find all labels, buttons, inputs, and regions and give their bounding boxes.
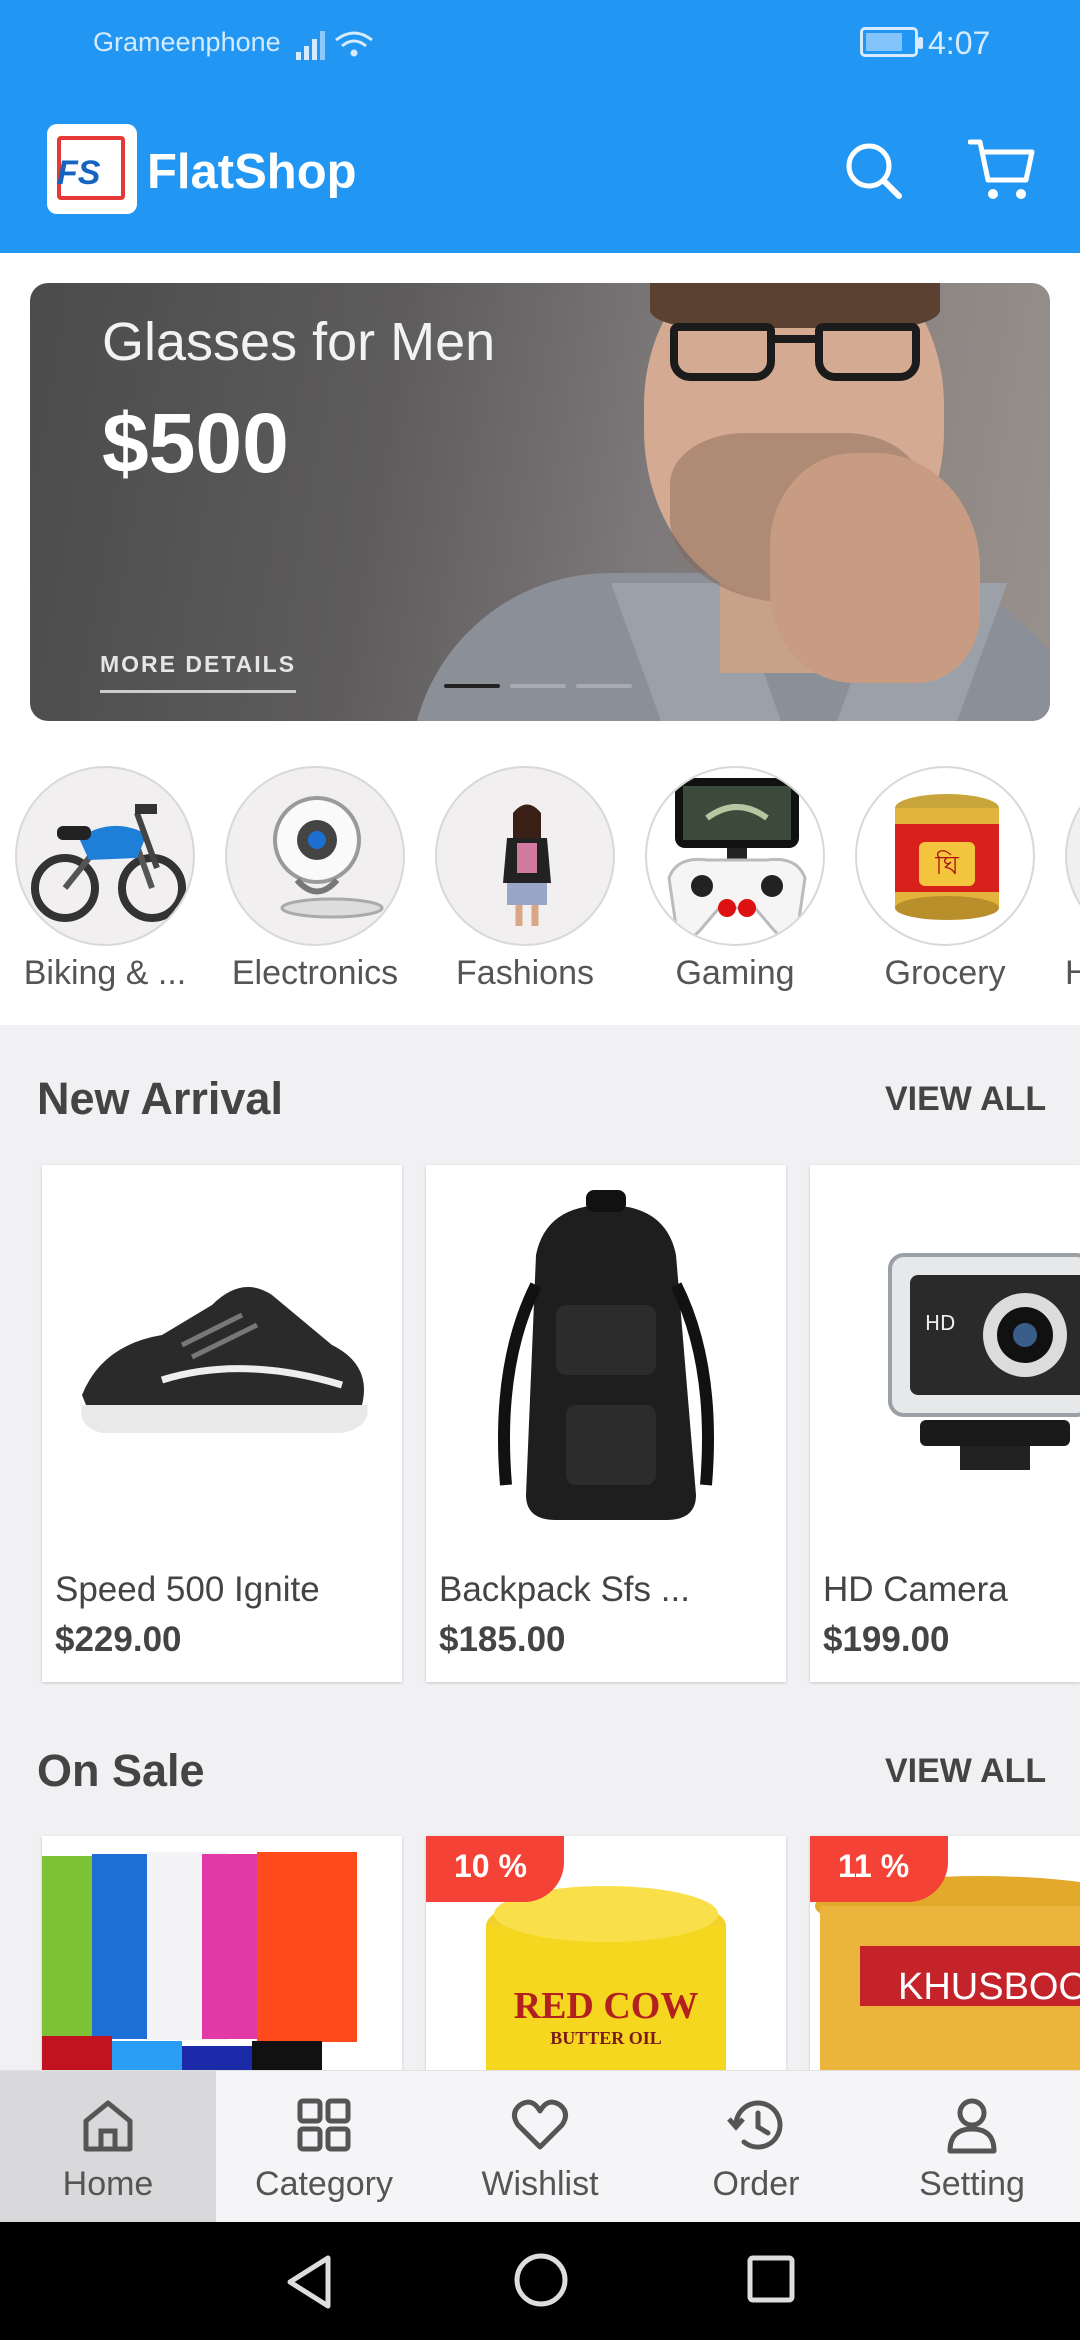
nav-category[interactable]: Category [216,2071,432,2223]
tin-label: RED COW [513,1985,699,2027]
banner-price: $500 [102,396,289,490]
fashion-model-icon [503,804,551,926]
action-camera-icon: HD [888,1253,1080,1470]
discount-badge: 10 % [426,1836,564,1902]
product-price: $185.00 [439,1620,566,1659]
search-icon[interactable] [843,140,903,200]
person-icon [947,2098,997,2154]
category-biking[interactable]: Biking & ... [15,766,195,993]
category-partial[interactable]: H [1065,766,1080,993]
nav-wishlist[interactable]: Wishlist [432,2071,648,2223]
tub-label: KHUSBOO [898,1966,1080,2008]
discount-badge: 11 % [810,1836,948,1902]
nav-home[interactable]: Home [0,2071,216,2223]
gamepad-icon [667,778,807,940]
category-gaming[interactable]: Gaming [645,766,825,993]
promo-banner[interactable]: Glasses for Men $500 MORE DETAILS [30,283,1050,721]
app-header: Grameenphone 4:07 FS FlatShop [0,0,1080,253]
category-label: Grocery [884,954,1006,992]
app-logo[interactable]: FS [47,124,137,214]
product-image [42,1165,402,1555]
svg-text:HD: HD [925,1311,955,1335]
carousel-dot[interactable] [510,684,566,688]
tin-sublabel: BUTTER OIL [550,2028,662,2048]
app-title: FlatShop [147,145,357,199]
system-navigation-bar [0,2222,1080,2340]
webcam-icon [273,796,384,919]
carousel-indicator [444,684,632,688]
product-image [426,1165,786,1555]
nav-setting[interactable]: Setting [864,2071,1080,2223]
product-card[interactable]: HD HD Camera $199.00 [810,1165,1080,1682]
status-time: 4:07 [928,25,991,61]
sneaker-icon [81,1287,368,1433]
sale-product-card[interactable]: KHUSBOO 11 % [810,1836,1080,2076]
polo-shirts-icon [42,1852,357,2076]
heart-icon [512,2099,568,2150]
sale-product-card[interactable]: RED COW BUTTER OIL 10 % [426,1836,786,2076]
svg-text:ঘি: ঘি [934,850,959,881]
carousel-dot[interactable] [576,684,632,688]
category-fashions[interactable]: Fashions [435,766,615,993]
category-list: Biking & ... Electronics Fashions Gaming… [0,766,1080,1006]
motorbike-icon [31,804,186,922]
on-sale-view-all[interactable]: VIEW ALL [885,1752,1046,1791]
category-label: Gaming [675,954,795,992]
category-grocery[interactable]: ঘি Grocery [855,766,1035,993]
backpack-icon [498,1190,714,1520]
category-label: Electronics [231,954,399,992]
product-card[interactable]: Speed 500 Ignite $229.00 [42,1165,402,1682]
nav-order[interactable]: Order [648,2071,864,2223]
home-circle-icon[interactable] [513,2252,569,2308]
product-card[interactable]: Backpack Sfs ... $185.00 [426,1165,786,1682]
carrier-name: Grameenphone [93,27,281,57]
product-name: HD Camera [823,1570,1008,1609]
category-label: Fashions [456,954,594,992]
product-price: $229.00 [55,1620,182,1659]
new-arrival-title: New Arrival [37,1073,283,1124]
product-name: Backpack Sfs ... [439,1570,690,1609]
new-arrival-view-all[interactable]: VIEW ALL [885,1080,1046,1119]
history-icon [727,2100,783,2150]
product-price: $199.00 [823,1620,950,1659]
back-icon[interactable] [280,2252,340,2312]
toolbar: FS FlatShop [0,110,1080,230]
cart-icon[interactable] [968,138,1036,202]
grid-icon [297,2098,351,2152]
product-image [42,1836,402,2076]
carousel-dot[interactable] [444,684,500,688]
more-details-link[interactable]: MORE DETAILS [100,651,297,693]
product-name: Speed 500 Ignite [55,1570,320,1609]
product-image: HD [810,1165,1080,1555]
home-icon [83,2100,133,2152]
battery-icon [860,27,923,57]
glasses-icon [670,323,775,381]
sale-product-card[interactable] [42,1836,402,2076]
recent-apps-icon[interactable] [746,2254,796,2304]
category-label: Biking & ... [23,954,187,992]
on-sale-title: On Sale [37,1745,205,1796]
banner-title: Glasses for Men [102,312,496,372]
category-label: H [1065,954,1080,992]
status-bar: Grameenphone 4:07 [0,0,1080,86]
ghee-can-icon: ঘি [895,794,999,920]
signal-wifi-icon [296,31,373,60]
category-electronics[interactable]: Electronics [225,766,405,993]
bottom-navigation: Home Category Wishlist Order Setting [0,2070,1080,2223]
